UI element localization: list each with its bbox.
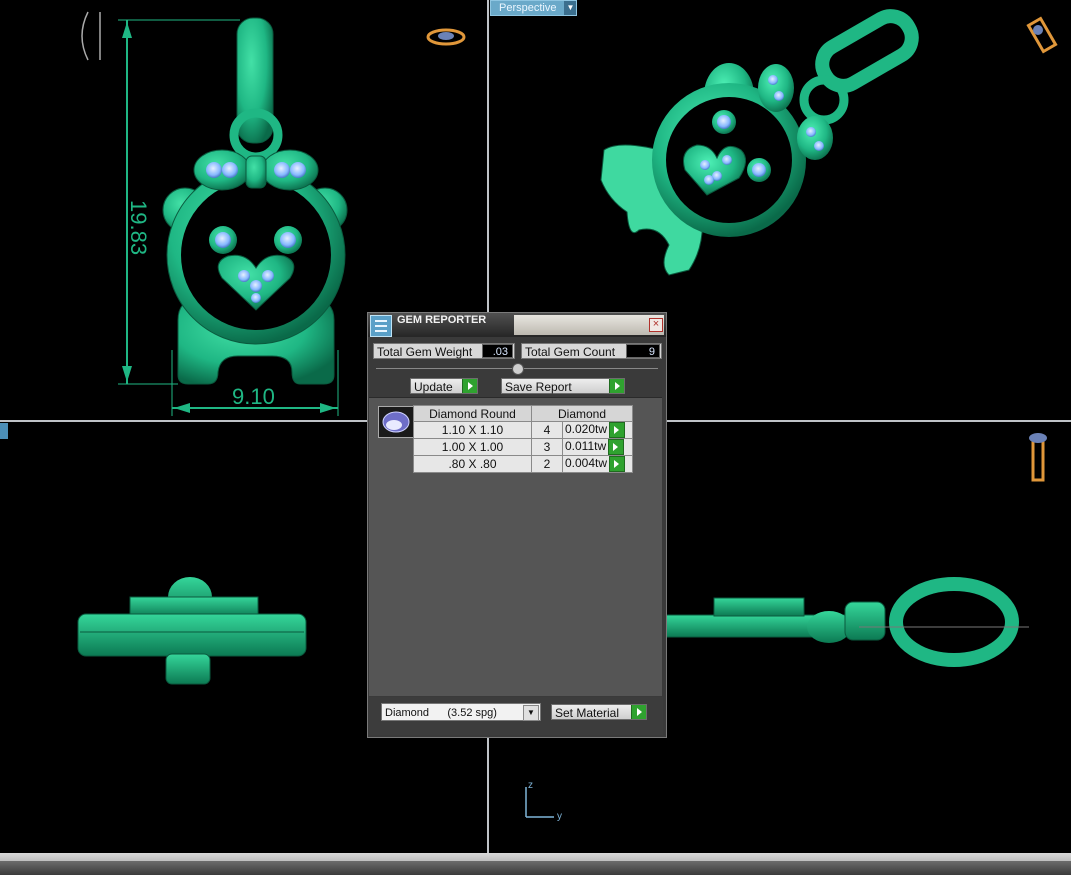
axis-z-label: z (528, 780, 533, 791)
gem-table: Diamond Round Diamond 1.10 X 1.10 4 0.02… (413, 405, 633, 473)
col-material-header: Diamond (531, 405, 633, 422)
gem-weight: 0.011tw (565, 439, 607, 454)
dialog-title: GEM REPORTER (397, 314, 487, 326)
gem-reporter-icon (370, 315, 392, 337)
table-row[interactable]: .80 X .80 2 0.004tw (413, 455, 633, 473)
total-gem-count-value: 9 (626, 344, 660, 358)
total-gem-count-label: Total Gem Count (525, 345, 616, 359)
table-row[interactable]: 1.10 X 1.10 4 0.020tw (413, 421, 633, 439)
table-row[interactable]: 1.00 X 1.00 3 0.011tw (413, 438, 633, 456)
axis-y-label: y (557, 811, 562, 822)
total-gem-weight-value: .03 (482, 344, 513, 358)
gem-list-panel: Diamond Round Diamond 1.10 X 1.10 4 0.02… (369, 397, 662, 696)
play-icon (462, 379, 477, 393)
save-report-button-label: Save Report (505, 380, 572, 394)
viewport-mode-dropdown[interactable]: Perspective ▼ (490, 0, 578, 16)
gem-count: 4 (531, 421, 563, 439)
save-report-button[interactable]: Save Report (501, 378, 625, 394)
play-icon (631, 705, 646, 719)
gem-count: 2 (531, 455, 563, 473)
select-row-icon[interactable] (609, 456, 626, 472)
col-shape-header: Diamond Round (413, 405, 532, 422)
gem-weight: 0.020tw (565, 422, 608, 437)
select-row-icon[interactable] (608, 439, 625, 455)
set-material-button-label: Set Material (555, 706, 620, 720)
gem-size: 1.00 X 1.00 (413, 438, 532, 456)
dim-height-text: 19.83 (126, 200, 151, 255)
select-row-icon[interactable] (609, 422, 626, 438)
material-select-value: Diamond (3.52 spg) (385, 707, 497, 719)
viewport-mode-label: Perspective (499, 2, 557, 14)
diamond-round-icon[interactable] (378, 406, 414, 438)
material-select[interactable]: Diamond (3.52 spg) ▼ (381, 703, 541, 721)
chevron-down-icon[interactable]: ▼ (523, 705, 539, 721)
gem-count: 3 (531, 438, 563, 456)
status-bar (0, 853, 1071, 875)
gem-size: 1.10 X 1.10 (413, 421, 532, 439)
dim-width-text: 9.10 (232, 384, 275, 409)
collapse-toggle[interactable] (512, 363, 524, 375)
gem-reporter-dialog: GEM REPORTER × Total Gem Weight .03 Tota… (367, 312, 667, 738)
update-button[interactable]: Update (410, 378, 478, 394)
total-gem-weight-label: Total Gem Weight (377, 345, 473, 359)
set-material-button[interactable]: Set Material (551, 704, 647, 720)
update-button-label: Update (414, 380, 453, 394)
chevron-down-icon[interactable]: ▼ (564, 1, 577, 15)
gem-weight: 0.004tw (565, 456, 608, 471)
gem-size: .80 X .80 (413, 455, 532, 473)
dialog-titlebar[interactable]: GEM REPORTER × (368, 313, 666, 337)
play-icon (609, 379, 624, 393)
close-icon[interactable]: × (649, 318, 663, 332)
viewport-side-marker[interactable] (0, 423, 8, 439)
